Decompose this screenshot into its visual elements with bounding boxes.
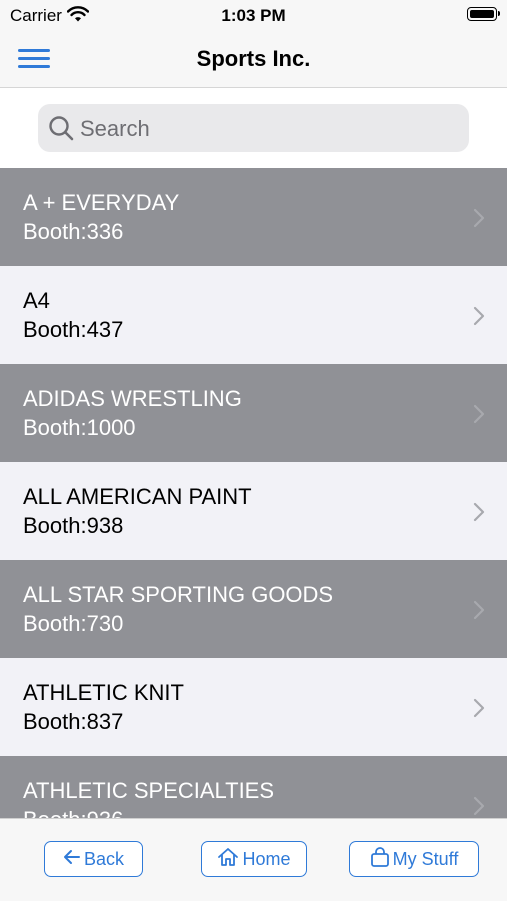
vendor-name: ALL AMERICAN PAINT — [23, 484, 252, 509]
chevron-right-icon — [473, 796, 485, 818]
vendor-row[interactable]: ADIDAS WRESTLING Booth:1000 — [0, 364, 507, 462]
status-bar: Carrier 1:03 PM — [0, 0, 507, 30]
navigation-bar: Sports Inc. — [0, 30, 507, 88]
back-label: Back — [83, 848, 125, 869]
vendor-row[interactable]: ATHLETIC KNIT Booth:837 — [0, 658, 507, 756]
home-icon — [217, 847, 239, 872]
vendor-name: A + EVERYDAY — [23, 190, 180, 215]
vendor-name: ADIDAS WRESTLING — [23, 386, 242, 411]
vendor-row[interactable]: A + EVERYDAY Booth:336 — [0, 168, 507, 266]
vendor-booth: Booth:938 — [23, 513, 124, 538]
vendor-booth: Booth:437 — [23, 317, 124, 342]
chevron-right-icon — [473, 600, 485, 625]
vendor-booth: Booth:1000 — [23, 415, 136, 440]
chevron-right-icon — [473, 404, 485, 429]
search-bar — [0, 88, 507, 168]
bottom-toolbar: Back Home My Stuff — [0, 818, 507, 901]
search-field[interactable] — [38, 104, 469, 154]
vendor-row[interactable]: ALL STAR SPORTING GOODS Booth:730 — [0, 560, 507, 658]
my-stuff-label: My Stuff — [392, 848, 459, 869]
chevron-right-icon — [473, 306, 485, 331]
vendor-booth: Booth:936 — [23, 807, 123, 818]
vendor-name: A4 — [23, 288, 50, 313]
my-stuff-button[interactable]: My Stuff — [349, 841, 479, 877]
vendor-name: ATHLETIC SPECIALTIES — [23, 778, 275, 803]
search-input[interactable] — [78, 104, 462, 154]
home-button[interactable]: Home — [201, 841, 307, 877]
battery-icon — [467, 7, 500, 21]
vendor-row[interactable]: A4 Booth:437 — [0, 266, 507, 364]
chevron-right-icon — [473, 698, 485, 723]
arrow-left-icon — [63, 849, 81, 870]
shopping-bag-icon — [370, 846, 390, 872]
back-button[interactable]: Back — [44, 841, 143, 877]
vendor-list: A + EVERYDAY Booth:336 A4 Booth:437 ADID… — [0, 168, 507, 818]
page-title: Sports Inc. — [196, 46, 311, 71]
vendor-booth: Booth:837 — [23, 709, 124, 734]
home-label: Home — [242, 848, 291, 869]
clock: 1:03 PM — [221, 6, 286, 25]
search-icon — [48, 115, 74, 146]
vendor-booth: Booth:730 — [23, 611, 124, 636]
vendor-row[interactable]: ALL AMERICAN PAINT Booth:938 — [0, 462, 507, 560]
vendor-booth: Booth:336 — [23, 219, 124, 244]
chevron-right-icon — [473, 208, 485, 233]
vendor-name: ALL STAR SPORTING GOODS — [23, 582, 334, 607]
chevron-right-icon — [473, 502, 485, 527]
vendor-name: ATHLETIC KNIT — [23, 680, 184, 705]
vendor-row[interactable]: ATHLETIC SPECIALTIES Booth:936 — [0, 756, 507, 818]
